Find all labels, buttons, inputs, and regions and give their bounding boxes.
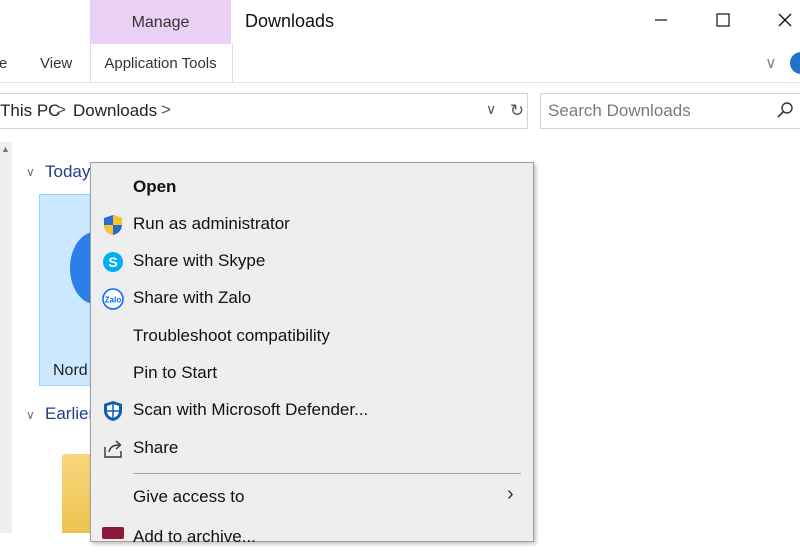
menu-item-scan-with-defender[interactable]: Scan with Microsoft Defender...: [91, 393, 533, 430]
ribbon-tab-application-tools-label: Application Tools: [104, 55, 217, 72]
breadcrumb-this-pc[interactable]: This PC: [0, 101, 60, 121]
refresh-button[interactable]: ↻: [506, 96, 528, 126]
refresh-icon: ↻: [509, 101, 525, 120]
share-icon: [104, 440, 122, 458]
menu-item-pin-to-start[interactable]: Pin to Start: [91, 356, 533, 393]
menu-item-troubleshoot-compatibility[interactable]: Troubleshoot compatibility: [91, 319, 533, 356]
minimize-icon: [655, 19, 667, 21]
menu-separator: [133, 473, 521, 474]
submenu-chevron-right-icon: ›: [507, 483, 514, 505]
address-history-dropdown-icon[interactable]: ∨: [486, 101, 496, 118]
group-header-today[interactable]: Today: [45, 162, 90, 182]
maximize-button[interactable]: [694, 0, 752, 40]
menu-item-label: Troubleshoot compatibility: [133, 326, 330, 345]
scroll-up-arrow-icon[interactable]: ▲: [1, 144, 10, 154]
menu-item-add-to-archive[interactable]: Add to archive...: [91, 520, 533, 557]
menu-item-label: Run as administrator: [133, 214, 290, 233]
menu-item-label: Share with Zalo: [133, 288, 252, 307]
svg-text:Zalo: Zalo: [105, 296, 122, 305]
close-icon: [778, 13, 792, 27]
defender-shield-icon: [104, 401, 122, 421]
search-input[interactable]: [548, 98, 758, 124]
skype-icon: S: [103, 252, 123, 272]
menu-item-label: Add to archive...: [133, 527, 256, 546]
menu-item-share-with-zalo[interactable]: Zalo Share with Zalo: [91, 281, 533, 318]
winrar-icon: [102, 527, 124, 539]
window-title: Downloads: [245, 11, 335, 31]
breadcrumb-separator-icon[interactable]: >: [56, 100, 66, 120]
group-collapse-chevron-icon[interactable]: ∨: [26, 408, 35, 422]
svg-text:S: S: [108, 254, 117, 270]
menu-item-label: Share: [133, 438, 179, 457]
breadcrumb-downloads[interactable]: Downloads: [73, 101, 157, 121]
group-collapse-chevron-icon[interactable]: ∨: [26, 165, 35, 179]
ribbon-tab-view[interactable]: View: [40, 55, 72, 72]
menu-item-label: Share with Skype: [133, 251, 266, 270]
menu-item-label: Open: [133, 177, 177, 196]
nav-pane-scrollbar[interactable]: [0, 142, 12, 533]
menu-item-share-with-skype[interactable]: S Share with Skype: [91, 244, 533, 281]
search-icon[interactable]: [776, 101, 794, 119]
ribbon-tab-home[interactable]: e: [0, 55, 7, 72]
zalo-icon: Zalo: [102, 288, 124, 310]
minimize-button[interactable]: [632, 0, 690, 40]
menu-item-label: Pin to Start: [133, 363, 218, 382]
menu-item-label: Scan with Microsoft Defender...: [133, 400, 369, 419]
manage-tab-label: Manage: [131, 14, 190, 31]
close-button[interactable]: [756, 0, 800, 40]
breadcrumb-separator-icon[interactable]: >: [161, 100, 171, 120]
file-item-label: Nord: [53, 362, 88, 379]
uac-shield-icon: [104, 215, 122, 235]
menu-item-open[interactable]: Open: [91, 170, 533, 207]
menu-item-give-access-to[interactable]: Give access to ›: [91, 480, 533, 517]
menu-item-run-as-administrator[interactable]: Run as administrator: [91, 207, 533, 244]
menu-item-label: Give access to: [133, 487, 245, 506]
group-header-earlier[interactable]: Earlier: [45, 404, 94, 424]
ribbon-expand-chevron-icon[interactable]: ∨: [765, 53, 777, 73]
maximize-icon: [716, 13, 730, 27]
menu-item-share[interactable]: Share: [91, 431, 533, 468]
